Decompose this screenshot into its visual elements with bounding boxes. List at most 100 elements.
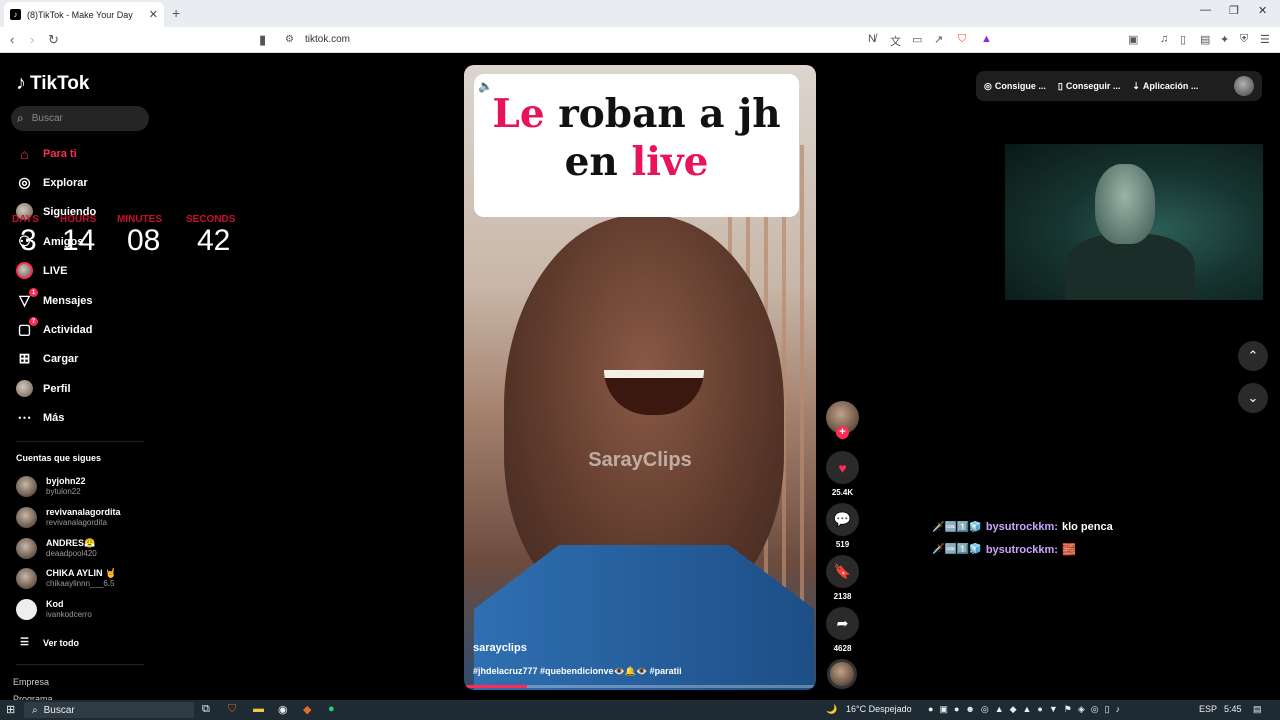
clock[interactable]: 5:45: [1224, 704, 1242, 714]
sidebar-item-perfil[interactable]: Perfil: [16, 380, 71, 397]
sidebar-item-mas[interactable]: ⋯ Más: [16, 409, 65, 426]
footer-link-empresa[interactable]: Empresa: [13, 677, 49, 687]
file-explorer-icon[interactable]: ▬: [253, 703, 264, 715]
sidebar-item-para-ti[interactable]: ⌂ Para ti: [16, 145, 76, 162]
get-coins-button[interactable]: ◎ Consigue ...: [984, 81, 1046, 92]
next-video-button[interactable]: ⌄: [1238, 383, 1268, 413]
search-icon: ⌕: [17, 111, 24, 125]
like-count: 25.4K: [831, 488, 854, 497]
vpn-icon[interactable]: ⛨: [1240, 33, 1248, 46]
rewards-icon[interactable]: ▲: [981, 33, 992, 45]
language-indicator[interactable]: ESP: [1199, 704, 1217, 714]
download-icon: ⇣: [1132, 80, 1140, 91]
video-hashtags[interactable]: #jhdelacruz777 #quebendicionve👁️🔔👁️ #par…: [473, 666, 682, 677]
reload-icon[interactable]: ↻: [48, 32, 59, 48]
video-player[interactable]: Le roban a jh en live 🔈 ⋯ SarayClips sar…: [464, 65, 816, 690]
sidebar-icon[interactable]: ▯: [1180, 33, 1186, 46]
list-icon: ☰: [20, 637, 29, 648]
countdown-hours: 14: [62, 224, 96, 257]
following-item[interactable]: revivanalagordita revivanalagordita: [16, 507, 121, 528]
new-tab-icon[interactable]: +: [172, 5, 180, 21]
profile-avatar[interactable]: [1234, 76, 1254, 96]
wallet-icon[interactable]: ▤: [1200, 33, 1210, 46]
avatar: [16, 538, 37, 559]
sidebar-item-cargar[interactable]: ⊞ Cargar: [16, 350, 79, 367]
brave-app-icon[interactable]: ⛉: [228, 703, 236, 716]
spotify-icon[interactable]: ●: [328, 703, 335, 715]
video-progress-bar[interactable]: [464, 685, 816, 688]
coin-icon: ◎: [984, 80, 992, 91]
following-handle: chikaaylinnn___6.5: [46, 579, 115, 588]
url-field[interactable]: tiktok.com: [305, 34, 350, 45]
menu-icon[interactable]: ☰: [1260, 33, 1270, 46]
restore-icon[interactable]: ❐: [1229, 4, 1239, 17]
search-input[interactable]: ⌕ Buscar: [11, 106, 149, 131]
tiktok-note-icon: ♪: [16, 72, 26, 94]
close-window-icon[interactable]: ✕: [1258, 4, 1267, 17]
taskbar-search[interactable]: ⌕ Buscar: [24, 702, 194, 718]
chevron-up-icon: ⌃: [1247, 348, 1259, 363]
video-author[interactable]: sarayclips: [473, 642, 527, 654]
app-button[interactable]: ⇣ Aplicación ...: [1132, 81, 1198, 92]
title-word-3: en: [564, 139, 632, 185]
bookmark-icon: 🔖: [833, 563, 852, 579]
music-disc-icon[interactable]: [827, 659, 857, 689]
tab-search-icon[interactable]: ▣: [1128, 33, 1138, 46]
video-title-card: Le roban a jh en live: [474, 74, 799, 217]
minimize-icon[interactable]: —: [1200, 4, 1211, 16]
get-app-button[interactable]: ▯ Conseguir ...: [1058, 81, 1120, 92]
following-item[interactable]: byjohn22 bytulon22: [16, 476, 86, 497]
back-icon[interactable]: ‹: [10, 32, 14, 47]
follow-plus-icon[interactable]: +: [836, 426, 849, 439]
windows-start-icon[interactable]: ⊞: [6, 703, 15, 716]
share-icon[interactable]: ↗: [934, 33, 943, 46]
webcam-overlay: [1005, 144, 1263, 300]
search-icon: ⌕: [32, 704, 38, 716]
video-more-icon[interactable]: ⋯: [789, 79, 801, 93]
previous-video-button[interactable]: ⌃: [1238, 341, 1268, 371]
translate-icon[interactable]: 文: [890, 33, 901, 49]
close-tab-icon[interactable]: ✕: [149, 8, 158, 21]
compass-icon: ◎: [18, 174, 31, 190]
share-arrow-icon: ➦: [836, 615, 849, 631]
brave-shield-icon[interactable]: ⛉: [958, 33, 966, 46]
more-icon: ⋯: [17, 409, 32, 425]
following-item[interactable]: ANDRES😤 deaadpool420: [16, 538, 97, 559]
task-view-icon[interactable]: ⧉: [202, 703, 210, 716]
chat-message: 🗡️🆒1️⃣🧊 bysutrockkm: klo penca: [932, 521, 1113, 533]
chat-username: bysutrockkm:: [985, 521, 1058, 533]
bookmark-icon[interactable]: ▮: [259, 32, 266, 48]
avatar: [16, 568, 37, 589]
tiktok-logo[interactable]: ♪ TikTok: [16, 72, 89, 95]
following-item[interactable]: Kod ivankodcerro: [16, 599, 92, 620]
sidebar-item-mensajes[interactable]: ▽ 1 Mensajes: [16, 288, 93, 309]
like-button[interactable]: ♥: [826, 451, 859, 484]
save-count: 2138: [833, 592, 852, 601]
system-tray-icons[interactable]: ●▣●☻◎▲◆▲●▼⚑◈◎▯♪: [928, 704, 1126, 715]
sidebar-item-explorar[interactable]: ◎ Explorar: [16, 174, 87, 191]
no-tracking-icon[interactable]: N̸: [868, 33, 876, 45]
following-item[interactable]: CHIKA AYLIN 🤘 chikaaylinnn___6.5: [16, 568, 116, 589]
forward-icon[interactable]: ›: [30, 32, 34, 47]
sidebar-item-label: LIVE: [43, 264, 68, 277]
site-info-icon[interactable]: ⚙: [285, 34, 294, 45]
sidebar-item-label: Cargar: [43, 352, 79, 365]
leo-icon[interactable]: ✦: [1220, 33, 1229, 46]
browser-tab[interactable]: ♪ (8)TikTok - Make Your Day ✕: [4, 2, 164, 27]
notifications-icon[interactable]: ▤: [1253, 704, 1262, 715]
see-all-button[interactable]: ☰ Ver todo: [16, 634, 79, 651]
sidebar-item-live[interactable]: LIVE: [16, 262, 67, 279]
title-word-2: roban a jh: [544, 91, 781, 137]
obs-icon[interactable]: ◉: [278, 703, 288, 716]
sidebar-item-actividad[interactable]: ▢ 7 Actividad: [16, 317, 93, 338]
save-button[interactable]: 🔖: [826, 555, 859, 588]
app-icon[interactable]: ◆: [303, 703, 311, 716]
taskbar-search-label: Buscar: [43, 704, 75, 716]
share-button[interactable]: ➦: [826, 607, 859, 640]
following-handle: deaadpool420: [46, 549, 97, 558]
cast-icon[interactable]: ▭: [912, 33, 922, 46]
volume-icon[interactable]: 🔈: [478, 79, 493, 93]
address-bar: ‹ › ↻ ▮ ⚙ tiktok.com N̸ 文 ▭ ↗ ⛉ ▲ ▣ ♫ ▯ …: [0, 27, 1280, 53]
music-icon[interactable]: ♫: [1160, 33, 1168, 45]
comment-button[interactable]: 💬: [826, 503, 859, 536]
